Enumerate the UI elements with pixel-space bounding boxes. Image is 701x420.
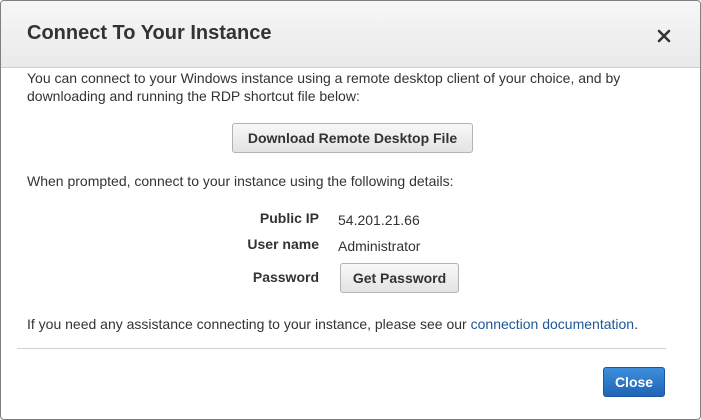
download-remote-desktop-file-button[interactable]: Download Remote Desktop File xyxy=(232,123,473,153)
close-x-icon[interactable] xyxy=(653,25,675,47)
dialog-title: Connect To Your Instance xyxy=(27,22,272,44)
close-button[interactable]: Close xyxy=(603,367,665,397)
assistance-period: . xyxy=(634,316,638,332)
assistance-text: If you need any assistance connecting to… xyxy=(27,315,638,333)
public-ip-label: Public IP xyxy=(259,210,319,226)
get-password-button[interactable]: Get Password xyxy=(340,263,459,293)
public-ip-value: 54.201.21.66 xyxy=(338,212,420,228)
intro-text: You can connect to your Windows instance… xyxy=(27,70,621,104)
password-label: Password xyxy=(252,269,319,285)
dialog-header: Connect To Your Instance xyxy=(1,1,700,68)
user-name-label: User name xyxy=(247,236,319,252)
prompt-text: When prompted, connect to your instance … xyxy=(27,173,454,189)
assistance-sentence: If you need any assistance connecting to… xyxy=(27,316,467,332)
footer-divider xyxy=(17,348,666,349)
connection-documentation-link[interactable]: connection documentation xyxy=(471,316,634,332)
connect-dialog: Connect To Your Instance You can connect… xyxy=(0,0,701,420)
user-name-value: Administrator xyxy=(338,238,421,254)
